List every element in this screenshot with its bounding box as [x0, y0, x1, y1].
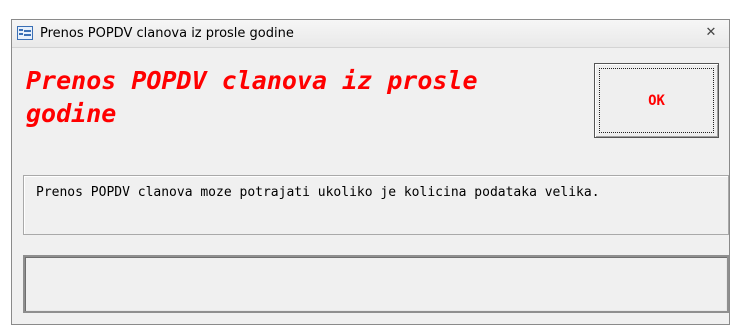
- message-text: Prenos POPDV clanova moze potrajati ukol…: [36, 185, 600, 200]
- window-title: Prenos POPDV clanova iz prosle godine: [40, 26, 294, 41]
- title-bar[interactable]: Prenos POPDV clanova iz prosle godine ✕: [12, 20, 729, 48]
- close-icon[interactable]: ✕: [701, 24, 721, 42]
- dialog-window: Prenos POPDV clanova iz prosle godine ✕ …: [11, 19, 730, 325]
- ok-button-label: OK: [648, 92, 665, 109]
- message-box: Prenos POPDV clanova moze potrajati ukol…: [23, 175, 729, 235]
- page-title: Prenos POPDV clanova iz prosle godine: [26, 66, 478, 128]
- ok-button[interactable]: OK: [594, 63, 719, 138]
- access-form-icon: [17, 26, 33, 40]
- status-field: [23, 255, 729, 313]
